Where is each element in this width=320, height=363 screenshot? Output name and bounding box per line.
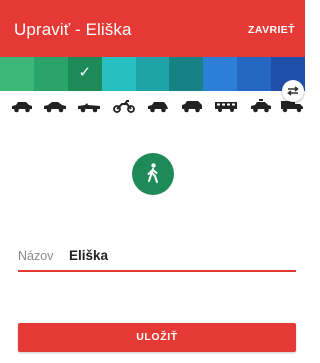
color-swatch[interactable]	[169, 57, 204, 91]
swap-icon	[287, 86, 299, 96]
app-bar: Upraviť - Eliška ZAVRIEŤ	[0, 0, 305, 57]
vehicle-type-row	[0, 91, 305, 119]
color-palette: ✓	[0, 57, 306, 91]
color-swatch[interactable]	[101, 57, 136, 91]
color-swatch[interactable]	[33, 57, 68, 91]
travel-mode-button[interactable]	[132, 153, 174, 195]
input-underline	[18, 270, 296, 272]
name-label: Názov	[18, 249, 54, 263]
sedan-icon[interactable]	[43, 99, 67, 113]
police-car-icon[interactable]	[249, 99, 273, 113]
motorcycle-icon[interactable]	[112, 99, 136, 113]
color-swatch[interactable]	[135, 57, 170, 91]
close-button[interactable]: ZAVRIEŤ	[248, 24, 295, 36]
name-input[interactable]: Eliška	[69, 248, 108, 263]
check-icon: ✓	[78, 64, 92, 81]
walking-person-icon	[147, 163, 158, 183]
hatchback-icon[interactable]	[146, 99, 170, 113]
color-swatch[interactable]	[237, 57, 272, 91]
color-swatch-selected[interactable]: ✓	[67, 57, 102, 91]
car-icon[interactable]	[10, 99, 34, 113]
page-title: Upraviť - Eliška	[14, 20, 132, 39]
color-swatch[interactable]	[203, 57, 238, 91]
swap-vehicles-button[interactable]	[282, 80, 304, 102]
bus-icon[interactable]	[214, 99, 238, 113]
convertible-icon[interactable]	[77, 99, 101, 113]
save-button[interactable]: ULOŽIŤ	[18, 323, 296, 352]
color-swatch[interactable]	[0, 57, 34, 91]
suv-icon[interactable]	[180, 99, 204, 113]
